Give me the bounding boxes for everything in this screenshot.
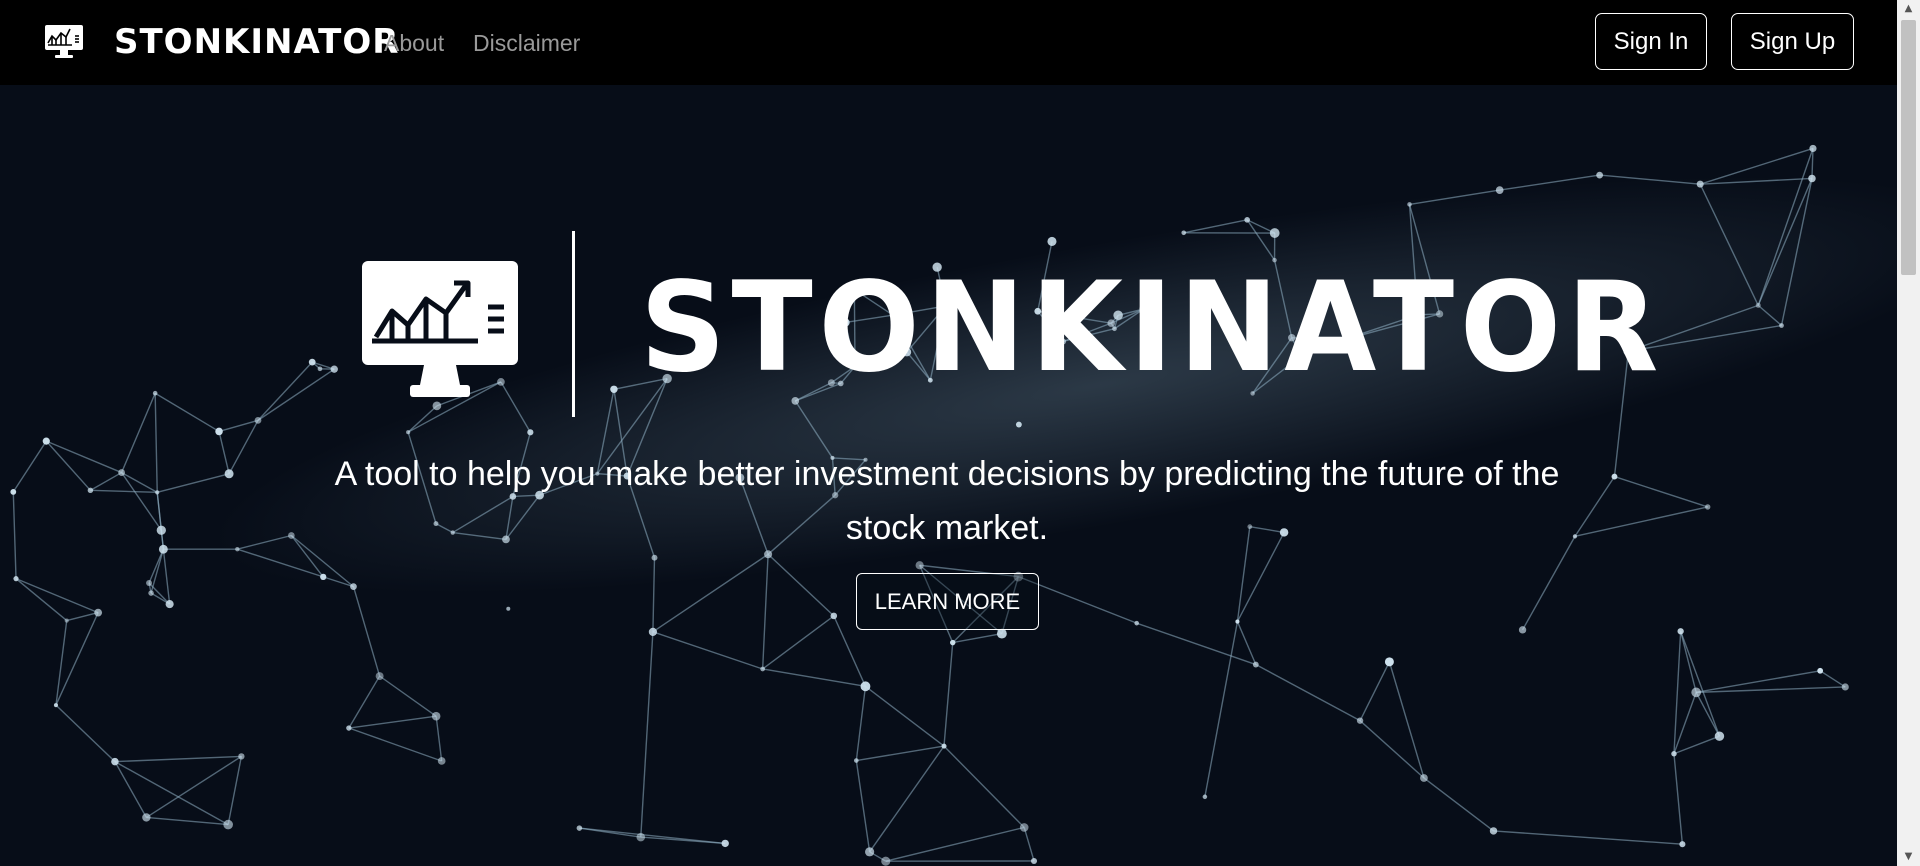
sign-in-button[interactable]: Sign In <box>1595 13 1707 70</box>
nav-link-about[interactable]: About <box>384 26 444 60</box>
scroll-down-arrow-icon[interactable]: ▼ <box>1897 848 1920 866</box>
scrollbar-thumb[interactable] <box>1901 20 1916 275</box>
scroll-up-arrow-icon[interactable]: ▲ <box>1897 0 1920 18</box>
monitor-chart-icon[interactable] <box>44 24 84 60</box>
nav-link-disclaimer[interactable]: Disclaimer <box>473 26 580 60</box>
hero-section: STONKINATOR A tool to help you make bett… <box>0 85 1897 866</box>
hero-divider <box>572 231 575 417</box>
hero-tagline: A tool to help you make better investmen… <box>334 455 1560 547</box>
hero-title: STONKINATOR <box>640 256 1665 400</box>
vertical-scrollbar[interactable]: ▲ ▼ <box>1897 0 1920 866</box>
learn-more-button[interactable]: LEARN MORE <box>856 573 1039 630</box>
navbar: STONKINATOR About Disclaimer Sign In Sig… <box>0 0 1897 85</box>
sign-up-button[interactable]: Sign Up <box>1731 13 1854 70</box>
brand-name[interactable]: STONKINATOR <box>114 20 399 64</box>
hero-monitor-chart-icon <box>362 261 518 397</box>
